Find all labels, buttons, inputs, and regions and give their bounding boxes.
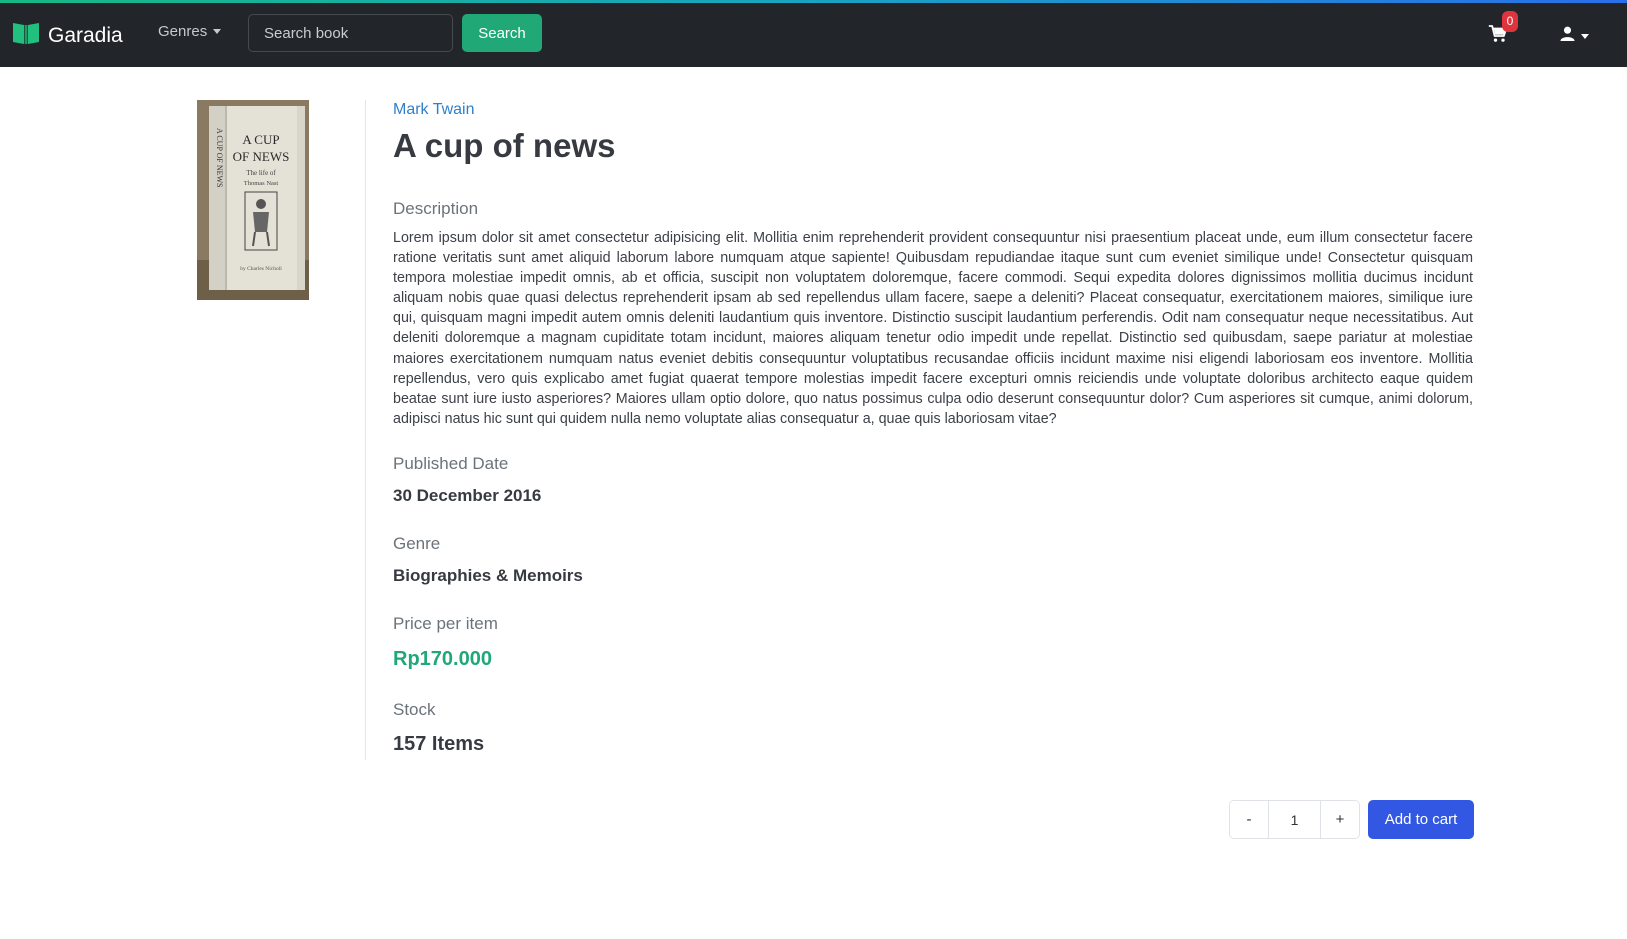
navbar: Garadia Genres Search 0: [0, 0, 1627, 67]
cart-count-badge: 0: [1502, 11, 1518, 32]
user-menu-dropdown[interactable]: [1560, 26, 1589, 46]
user-icon: [1560, 26, 1575, 46]
cover-title-line2: OF NEWS: [233, 149, 290, 164]
quantity-stepper: - +: [1229, 800, 1360, 839]
cover-title-line1: A CUP: [242, 132, 279, 147]
cover-spine-text: A CUP OF NEWS: [215, 128, 224, 188]
search-button[interactable]: Search: [462, 14, 542, 52]
price-label: Price per item: [393, 614, 498, 633]
chevron-down-icon: [1581, 33, 1589, 39]
published-date-value: 30 December 2016: [393, 486, 542, 505]
brand-name: Garadia: [48, 23, 123, 47]
genres-label: Genres: [158, 23, 208, 40]
price-value: Rp170.000: [393, 648, 492, 670]
book-title: A cup of news: [393, 127, 616, 164]
brand-link[interactable]: Garadia: [12, 21, 123, 50]
genre-value: Biographies & Memoirs: [393, 566, 583, 585]
content-divider: [365, 100, 366, 760]
decrease-quantity-button[interactable]: -: [1230, 801, 1268, 838]
search-input[interactable]: [248, 14, 453, 52]
cover-subtitle-line1: The life of: [246, 169, 276, 177]
description-label: Description: [393, 199, 479, 218]
cover-byline: by Charles Nicholl: [240, 266, 282, 272]
genre-label: Genre: [393, 534, 441, 553]
quantity-input[interactable]: [1268, 801, 1321, 838]
cover-subtitle-line2: Thomas Nast: [244, 180, 279, 187]
published-date-label: Published Date: [393, 454, 509, 473]
author-link[interactable]: Mark Twain: [393, 101, 475, 119]
chevron-down-icon: [213, 29, 222, 34]
description-text: Lorem ipsum dolor sit amet consectetur a…: [393, 230, 1473, 427]
stock-value: 157 Items: [393, 733, 485, 755]
genres-dropdown[interactable]: Genres: [158, 23, 222, 40]
book-open-icon: [12, 21, 40, 50]
stock-label: Stock: [393, 700, 436, 719]
book-cover-image: A CUP OF NEWS A CUP OF NEWS The life of …: [197, 100, 309, 300]
add-to-cart-button[interactable]: Add to cart: [1368, 800, 1474, 839]
increase-quantity-button[interactable]: +: [1321, 801, 1359, 838]
navbar-accent-line: [0, 0, 1627, 3]
